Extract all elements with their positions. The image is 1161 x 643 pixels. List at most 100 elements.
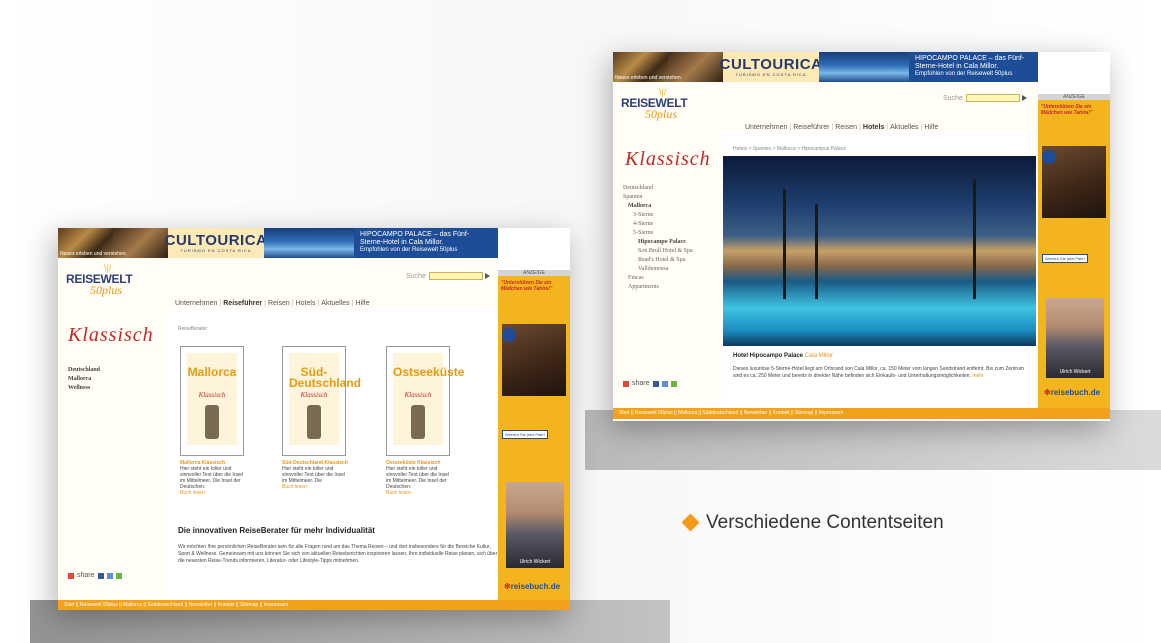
search-go-icon[interactable]: [484, 273, 490, 279]
sidebar-item-3-sterne[interactable]: 3-Sterne: [623, 211, 693, 220]
sidebar-nav: Deutschland Spanien Mallorca 3-Sterne 4-Ster…: [623, 184, 693, 292]
sidebar-item-read-s-hotel-spa[interactable]: Read's Hotel & Spa: [623, 256, 693, 265]
sidebar-item-mallorca[interactable]: Mallorca: [68, 375, 100, 384]
nav-item-reisen[interactable]: Reisen: [833, 124, 859, 131]
book-read-link[interactable]: Buch lesen: [386, 490, 452, 496]
search-input[interactable]: [965, 94, 1020, 102]
hotel-description: Dieses luxuriöse 5-Sterne-Hotel liegt am…: [733, 366, 1033, 380]
nav-item-reisen[interactable]: Reisen: [266, 300, 292, 307]
top-banner: Neues erleben und verstehen. CULTOURICA …: [58, 228, 498, 258]
plan-logo-icon: [502, 328, 516, 342]
more-link[interactable]: mehr: [972, 373, 983, 379]
sidebar-item-wellness[interactable]: Wellness: [68, 384, 100, 393]
hotel-name: Hotel Hipocampo Palace: [733, 353, 804, 359]
main-nav: Unternehmen | Reiseführer | Reisen | Hotels | Ak…: [743, 124, 940, 131]
sidebar-item-4-sterne[interactable]: 4-Sterne: [623, 220, 693, 229]
ad-person-name: Ulrich Wickert: [1059, 369, 1091, 375]
ad-person-photo[interactable]: Ulrich Wickert: [1046, 298, 1104, 378]
hotel-ad-line3: Empfohlen von der Reisewelt 50plus: [915, 71, 1013, 77]
werden-pate-button[interactable]: Werden Sie jetzt Pate!: [502, 430, 548, 439]
ad-person-photo[interactable]: Ulrich Wickert: [506, 482, 564, 568]
top-banner: Neues erleben und verstehen. CULTOURICA …: [613, 52, 1038, 82]
ad-header: ANZEIGE: [1038, 94, 1110, 100]
book-text: Hier steht ein toller und sinnvoller Tex…: [282, 466, 345, 484]
search-go-icon[interactable]: [1021, 95, 1027, 101]
reisebuch-label: reisebuch.de: [510, 582, 561, 591]
search-input[interactable]: [428, 272, 483, 280]
reisewelt-logo[interactable]: \|/ REISEWELT 50plus: [621, 87, 688, 122]
sidebar-item-5-sterne[interactable]: 5-Sterne: [623, 229, 693, 238]
search-label: Suche: [943, 94, 963, 102]
share-bar[interactable]: share: [68, 572, 122, 579]
nav-item-aktuelles[interactable]: Aktuelles: [888, 124, 920, 131]
palm-trunk: [815, 203, 818, 299]
footer-links[interactable]: Start || Reisewelt 50plus || Mallorca ||…: [58, 600, 570, 610]
ad-column: ANZEIGE "Unterstützen Sie ein Mädchen wi…: [1038, 94, 1110, 408]
reisebuch-label: reisebuch.de: [1050, 388, 1101, 397]
nav-item-unternehmen[interactable]: Unternehmen: [173, 300, 219, 307]
hotel-location: Cala Millor: [804, 353, 834, 359]
nav-item-hotels[interactable]: Hotels: [294, 300, 318, 307]
plan-ad-text[interactable]: "Unterstützen Sie ein Mädchen wie Tahira…: [501, 280, 567, 292]
book-cover[interactable]: Mallorca Klassisch: [187, 353, 237, 445]
sidebar-item-deutschland[interactable]: Deutschland: [623, 184, 693, 193]
facebook-icon[interactable]: [97, 572, 104, 579]
share-bar[interactable]: share: [623, 380, 677, 387]
cultourica-ad[interactable]: CULTOURICA TURISMO EN COSTA RICA: [165, 228, 267, 258]
sidebar-item-mallorca[interactable]: Mallorca: [623, 202, 693, 211]
werden-pate-button[interactable]: Werden Sie jetzt Pate!: [1042, 254, 1088, 263]
sidebar-item-son-brull-hotel-spa[interactable]: Son Brull Hotel & Spa: [623, 247, 693, 256]
banner-photo[interactable]: Neues erleben und verstehen.: [58, 228, 127, 258]
reisewelt-logo[interactable]: \|/ REISEWELT 50plus: [66, 263, 133, 298]
bookmark-icon[interactable]: [115, 572, 122, 579]
book-card[interactable]: Mallorca Klassisch: [180, 346, 244, 456]
section-text: Wir möchten Ihre persönlichen ReiseBerat…: [178, 544, 498, 564]
hotel-ad-image[interactable]: [264, 228, 354, 258]
facebook-icon[interactable]: [652, 380, 659, 387]
nav-item-hilfe[interactable]: Hilfe: [922, 124, 940, 131]
nav-item-reisef-hrer[interactable]: Reiseführer: [221, 300, 264, 307]
sidebar-item-appartments[interactable]: Appartments: [623, 283, 693, 292]
book-card[interactable]: Süd-Deutschland Klassisch: [282, 346, 361, 456]
sidebar-item-hipocampo-palace[interactable]: Hipocampo Palace: [623, 238, 693, 247]
hotel-title: Hotel Hipocampo Palace Cala Millor: [733, 353, 833, 359]
plan-ad-text[interactable]: "Unterstützen Sie ein Mädchen wie Tahira…: [1041, 104, 1107, 116]
book-read-link[interactable]: Buch lesen: [282, 484, 348, 490]
hotel-ad-text[interactable]: HIPOCAMPO PALACE – das Fünf- Sterne-Hote…: [909, 52, 1038, 82]
twitter-icon[interactable]: [106, 572, 113, 579]
ad-column: ANZEIGE "Unterstützen Sie ein Mädchen wi…: [498, 270, 570, 600]
plan-logo-icon: [1042, 150, 1056, 164]
twitter-icon[interactable]: [661, 380, 668, 387]
book-cover-image: [307, 405, 321, 439]
cultourica-logo: CULTOURICA: [719, 56, 823, 73]
hotel-ad-text[interactable]: HIPOCAMPO PALACE – das Fünf- Sterne-Hote…: [354, 228, 498, 258]
banner-photo[interactable]: Neues erleben und verstehen.: [613, 52, 682, 82]
breadcrumb: ReiseBerater: [178, 326, 208, 332]
caption: Verschiedene Contentseiten: [681, 512, 944, 534]
reisebuch-logo[interactable]: ✼reisebuch.de: [1044, 388, 1100, 397]
sidebar-item-deutschland[interactable]: Deutschland: [68, 366, 100, 375]
screenshot-reiseberater: Neues erleben und verstehen. CULTOURICA …: [58, 228, 570, 610]
ad-header: ANZEIGE: [498, 270, 570, 276]
nav-item-hilfe[interactable]: Hilfe: [354, 300, 372, 307]
nav-item-hotels[interactable]: Hotels: [861, 124, 886, 131]
cultourica-ad[interactable]: CULTOURICA TURISMO EN COSTA RICA: [720, 52, 822, 82]
sidebar-item-spanien[interactable]: Spanien: [623, 193, 693, 202]
book-read-link[interactable]: Buch lesen: [180, 490, 246, 496]
nav-item-reisef-hrer[interactable]: Reiseführer: [791, 124, 831, 131]
book-card[interactable]: Ostseeküste Klassisch: [386, 346, 464, 456]
sun-icon: \|/: [659, 87, 667, 97]
hotel-ad-line2: Sterne-Hotel in Cala Millor.: [915, 63, 999, 70]
book-cover[interactable]: Ostseeküste Klassisch: [393, 353, 464, 445]
nav-item-unternehmen[interactable]: Unternehmen: [743, 124, 789, 131]
hotel-ad-line1: HIPOCAMPO PALACE – das Fünf-: [915, 55, 1025, 62]
book-cover[interactable]: Süd-Deutschland Klassisch: [289, 353, 361, 445]
bookmark-icon[interactable]: [670, 380, 677, 387]
nav-item-aktuelles[interactable]: Aktuelles: [319, 300, 351, 307]
footer-links[interactable]: Start || Reisewelt 50plus || Mallorca ||…: [613, 408, 1110, 419]
sidebar-item-fincas[interactable]: Fincas: [623, 274, 693, 283]
hotel-ad-image[interactable]: [819, 52, 909, 82]
reisebuch-logo[interactable]: ✼reisebuch.de: [504, 582, 560, 591]
sidebar-item-valldemossa[interactable]: Valldemossa: [623, 265, 693, 274]
hotel-photo[interactable]: [723, 156, 1036, 346]
